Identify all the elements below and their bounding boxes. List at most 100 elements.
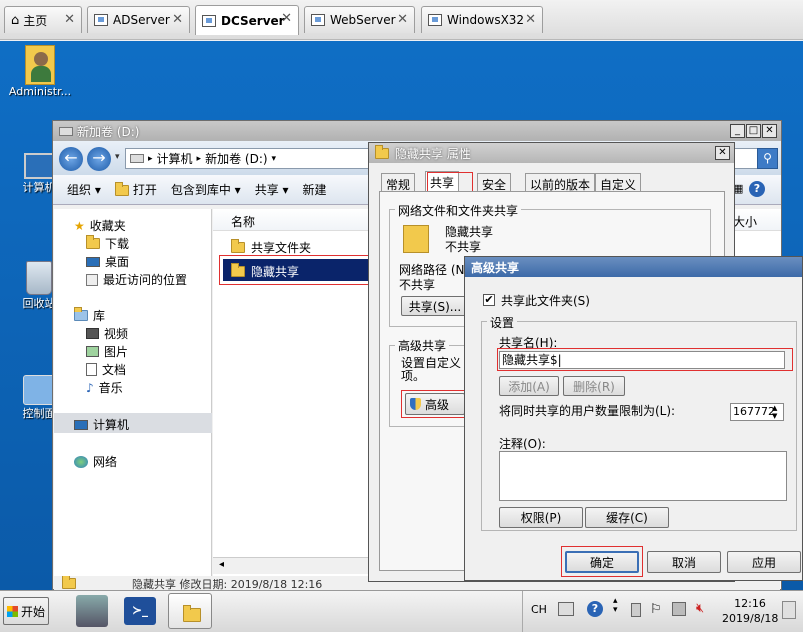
new-folder-button[interactable]: 新建	[303, 181, 327, 198]
scroll-left-icon[interactable]: ◂	[219, 559, 224, 570]
minimize-button[interactable]: _	[730, 124, 745, 138]
powershell-icon[interactable]: ≻_	[124, 597, 156, 625]
nav-videos[interactable]: 视频	[86, 325, 128, 342]
breadcrumb-item[interactable]: 计算机	[157, 150, 193, 167]
home-icon: ⌂	[11, 12, 20, 28]
search-input[interactable]	[733, 148, 759, 169]
drive-icon	[130, 154, 144, 163]
share-button[interactable]: 共享(S)...	[401, 296, 469, 316]
stepper-arrows-icon[interactable]: ▲ ▼	[772, 404, 777, 420]
vm-tab-dcserver[interactable]: DCServer ✕	[195, 5, 299, 35]
remove-button[interactable]: 删除(R)	[563, 376, 625, 396]
nav-pictures[interactable]: 图片	[86, 343, 128, 360]
network-tray-icon[interactable]	[672, 602, 686, 616]
breadcrumb-item[interactable]: 新加卷 (D:)	[205, 150, 267, 167]
tab-previous-versions[interactable]: 以前的版本	[525, 173, 596, 192]
comment-input[interactable]	[499, 451, 787, 501]
explorer-titlebar[interactable]: 新加卷 (D:)	[53, 121, 781, 141]
vm-tab-home[interactable]: ⌂ 主页 ✕	[4, 6, 82, 33]
vm-tab-webserver[interactable]: WebServer ✕	[304, 6, 415, 33]
group-label: 高级共享	[395, 337, 450, 354]
add-button[interactable]: 添加(A)	[499, 376, 559, 396]
user-folder-icon	[25, 45, 55, 85]
clock-date: 2019/8/18	[722, 612, 779, 625]
organize-button[interactable]: 组织 ▾	[67, 181, 101, 198]
vm-tab-adserver[interactable]: ADServer ✕	[87, 6, 190, 33]
highlight-box	[427, 172, 473, 192]
permissions-button[interactable]: 权限(P)	[499, 507, 583, 528]
caching-button[interactable]: 缓存(C)	[585, 507, 669, 528]
maximize-button[interactable]: □	[746, 124, 761, 138]
forward-arrow-icon[interactable]: →	[87, 147, 111, 171]
vm-tab-label: 主页	[23, 13, 48, 28]
share-folder-label[interactable]: 共享此文件夹(S)	[501, 292, 590, 309]
group-label: 网络文件和文件夹共享	[395, 202, 522, 219]
vm-icon	[202, 14, 216, 27]
tray-arrows-icon[interactable]: ▴ ▾	[613, 597, 618, 615]
language-indicator[interactable]: CH	[531, 603, 547, 616]
folder-icon	[231, 239, 245, 253]
help-icon[interactable]: ?	[749, 181, 765, 197]
properties-titlebar[interactable]: 隐藏共享 属性	[369, 143, 734, 163]
nav-computer[interactable]: 计算机	[74, 416, 129, 433]
network-path-value: 不共享	[399, 278, 436, 292]
flag-icon[interactable]: ⚐	[650, 602, 662, 617]
document-icon	[86, 363, 97, 376]
advanced-titlebar[interactable]: 高级共享	[465, 257, 802, 277]
phone-icon[interactable]	[631, 603, 641, 617]
nav-downloads[interactable]: 下载	[86, 235, 129, 252]
share-folder-checkbox[interactable]: ✔	[483, 294, 495, 306]
vm-tab-windowsx32[interactable]: WindowsX32 ✕	[421, 6, 543, 33]
cancel-button[interactable]: 取消	[647, 551, 721, 573]
nav-favorites[interactable]: ★ 收藏夹	[74, 217, 126, 234]
computer-icon	[24, 153, 54, 179]
advanced-sharing-dialog: 高级共享 ✔ 共享此文件夹(S) 设置 共享名(H): 隐藏共享$| 添加(A)…	[464, 256, 803, 581]
nav-recent-places[interactable]: 最近访问的位置	[86, 271, 187, 288]
file-name: 共享文件夹	[251, 241, 312, 255]
column-header-name[interactable]: 名称	[231, 213, 255, 230]
computer-icon	[74, 419, 88, 430]
taskbar-explorer-button[interactable]	[168, 593, 212, 629]
advanced-description: 项。	[401, 369, 426, 383]
close-icon[interactable]: ✕	[397, 12, 408, 27]
nav-desktop[interactable]: 桌面	[86, 253, 129, 270]
open-button[interactable]: 打开	[114, 181, 157, 198]
back-arrow-icon[interactable]: ←	[59, 147, 83, 171]
include-in-library-button[interactable]: 包含到库中 ▾	[171, 181, 241, 198]
tab-general[interactable]: 常规	[381, 173, 416, 192]
file-row[interactable]: 共享文件夹	[231, 239, 311, 256]
window-title: 新加卷 (D:)	[77, 124, 140, 139]
star-icon: ★	[74, 218, 85, 233]
show-desktop-button[interactable]	[782, 601, 796, 619]
folder-icon	[114, 182, 129, 196]
close-icon[interactable]: ✕	[525, 12, 536, 27]
help-icon[interactable]: ?	[587, 601, 603, 617]
close-icon[interactable]: ✕	[64, 12, 75, 27]
keyboard-icon[interactable]	[558, 602, 574, 616]
nav-network[interactable]: 网络	[74, 453, 117, 470]
nav-libraries[interactable]: 库	[74, 307, 105, 324]
vm-tab-label: ADServer	[113, 13, 170, 27]
close-button[interactable]: ✕	[715, 146, 730, 160]
volume-muted-icon[interactable]: 🔇︎	[696, 601, 704, 616]
breadcrumb[interactable]: ▸ 计算机 ▸ 新加卷 (D:) ▾	[125, 148, 371, 169]
column-header-size[interactable]: 大小	[733, 213, 757, 230]
close-icon[interactable]: ✕	[281, 11, 292, 26]
close-button[interactable]: ✕	[762, 124, 777, 138]
server-manager-icon[interactable]	[76, 595, 108, 627]
share-state: 不共享	[445, 240, 482, 254]
close-icon[interactable]: ✕	[172, 12, 183, 27]
chevron-down-icon[interactable]: ▾	[115, 152, 120, 162]
clock[interactable]: 12:16 2019/8/18	[722, 596, 778, 626]
apply-button[interactable]: 应用	[727, 551, 801, 573]
folder-icon	[86, 235, 100, 249]
share-with-button[interactable]: 共享 ▾	[255, 181, 289, 198]
desktop-icon-admin[interactable]: Administr...	[4, 45, 76, 98]
nav-documents[interactable]: 文档	[86, 361, 126, 378]
tab-customize[interactable]: 自定义	[595, 173, 642, 192]
tab-security[interactable]: 安全	[477, 173, 512, 192]
nav-music[interactable]: ♪ 音乐	[86, 379, 123, 396]
highlight-box	[219, 255, 369, 285]
search-icon[interactable]: ⚲	[757, 148, 778, 169]
start-button[interactable]: 开始	[3, 597, 49, 625]
